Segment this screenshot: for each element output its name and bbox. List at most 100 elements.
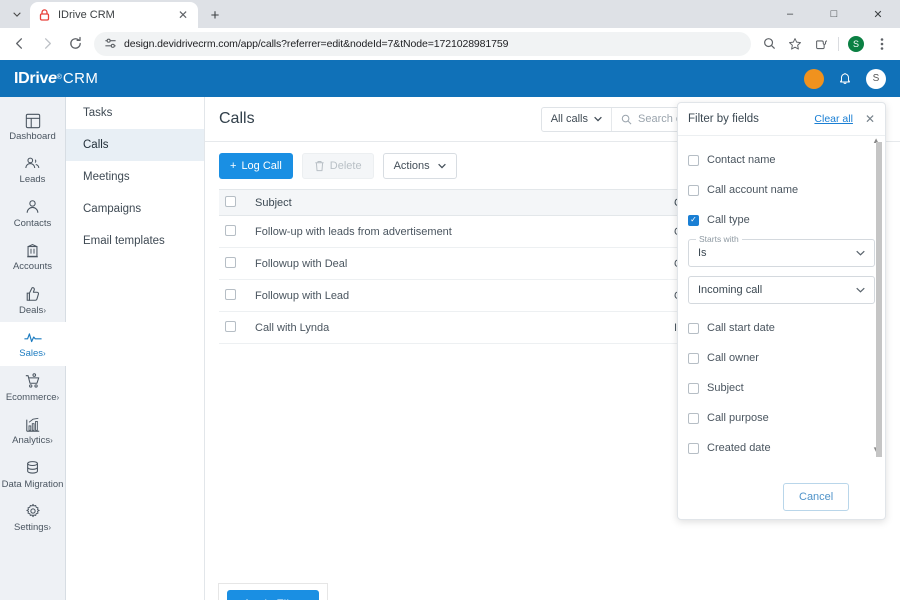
sidebar-item-analytics[interactable]: Analytics›	[0, 409, 66, 452]
filter-field-label: Call type	[707, 214, 750, 226]
add-record-button[interactable]: plus-icon	[804, 68, 824, 89]
search-icon	[621, 114, 632, 125]
reload-icon[interactable]	[62, 31, 88, 57]
cell-subject[interactable]: Follow-up with leads from advertisement	[249, 215, 668, 248]
filter-field-call-start-date[interactable]: Call start date	[688, 313, 875, 343]
log-call-button[interactable]: + Log Call	[219, 152, 293, 179]
subnav-item-campaigns[interactable]: Campaigns	[66, 193, 204, 225]
star-icon[interactable]	[783, 32, 807, 56]
close-icon[interactable]: ✕	[176, 9, 190, 21]
toolbar-divider	[838, 36, 839, 51]
filter-panel-body: Contact name Call account name ✓ Call ty…	[678, 136, 885, 474]
window-close-button[interactable]: ✕	[856, 0, 900, 28]
sidebar-item-leads[interactable]: Leads	[0, 148, 66, 191]
filter-field-created-date[interactable]: Created date	[688, 433, 875, 463]
tune-icon[interactable]	[104, 37, 117, 50]
sidebar-item-label: Accounts	[12, 261, 53, 273]
row-checkbox[interactable]	[225, 320, 236, 332]
sidebar-item-label: Settings›	[14, 521, 51, 533]
forward-arrow-icon[interactable]	[34, 31, 60, 57]
delete-button[interactable]: Delete	[301, 152, 374, 179]
filter-field-contact-name[interactable]: Contact name	[688, 145, 875, 175]
select-all-header[interactable]	[219, 189, 249, 216]
checkbox[interactable]	[688, 382, 699, 394]
zoom-search-icon[interactable]	[757, 32, 781, 56]
filter-field-call-type[interactable]: ✓ Call type	[688, 205, 875, 235]
subnav-item-email-templates[interactable]: Email templates	[66, 225, 204, 257]
extensions-icon[interactable]	[809, 32, 833, 56]
cell-subject[interactable]: Followup with Lead	[249, 279, 668, 312]
sidebar-item-contacts[interactable]: Contacts	[0, 192, 66, 235]
filter-operator-value: Is	[698, 247, 707, 259]
apply-filter-button[interactable]: Apply Filter	[227, 590, 320, 600]
new-tab-button[interactable]: +	[202, 2, 228, 28]
subnav-item-calls[interactable]: Calls	[66, 129, 204, 161]
actions-dropdown[interactable]: Actions	[382, 152, 457, 179]
row-select-cell[interactable]	[219, 215, 249, 248]
user-avatar[interactable]: S	[866, 68, 886, 89]
deals-icon	[25, 286, 41, 303]
profile-initial: S	[848, 35, 864, 52]
filter-field-subject[interactable]: Subject	[688, 373, 875, 403]
filter-field-label: Call start date	[707, 322, 775, 334]
checkbox[interactable]	[688, 322, 699, 334]
secondary-sidebar: Tasks Calls Meetings Campaigns Email tem…	[66, 97, 205, 600]
filter-value-select[interactable]: Incoming call	[688, 276, 875, 304]
cell-subject[interactable]: Call with Lynda	[249, 311, 668, 344]
subnav-item-tasks[interactable]: Tasks	[66, 97, 204, 129]
logo-registered-mark: ®	[56, 73, 62, 81]
checkbox-checked[interactable]: ✓	[688, 214, 699, 226]
sidebar-item-data-migration[interactable]: Data Migration	[0, 453, 66, 496]
browser-tab[interactable]: IDrive CRM ✕	[30, 2, 198, 28]
row-select-cell[interactable]	[219, 311, 249, 344]
window-minimize-button[interactable]: –	[768, 0, 812, 28]
column-header-subject[interactable]: Subject	[249, 189, 668, 216]
filter-operator-select[interactable]: Starts with Is	[688, 234, 875, 267]
app-root: IDrive CRM ✕ + – □ ✕ design.devidrivecrm…	[0, 0, 900, 600]
select-all-checkbox[interactable]	[225, 195, 236, 207]
back-arrow-icon[interactable]	[6, 31, 32, 57]
profile-avatar[interactable]: S	[844, 32, 868, 56]
address-bar[interactable]: design.devidrivecrm.com/app/calls?referr…	[94, 31, 751, 56]
delete-label: Delete	[329, 159, 362, 172]
filter-panel-scroll-thumb[interactable]	[876, 142, 882, 457]
sidebar-item-label: Analytics›	[12, 435, 53, 447]
view-filter-dropdown[interactable]: All calls	[542, 107, 612, 131]
sidebar-item-accounts[interactable]: Accounts	[0, 235, 66, 278]
filter-panel-footer: Cancel	[678, 474, 885, 519]
filter-field-call-account-name[interactable]: Call account name	[688, 175, 875, 205]
row-select-cell[interactable]	[219, 279, 249, 312]
clear-all-link[interactable]: Clear all	[814, 113, 853, 125]
app-header: IDriv e ® CRM plus-icon S	[0, 60, 900, 97]
row-checkbox[interactable]	[225, 224, 236, 236]
checkbox[interactable]	[688, 154, 699, 166]
subnav-item-meetings[interactable]: Meetings	[66, 161, 204, 193]
bell-icon[interactable]	[838, 71, 852, 86]
cancel-button[interactable]: Cancel	[783, 482, 850, 511]
sidebar-item-settings[interactable]: Settings›	[0, 496, 66, 539]
accounts-icon	[25, 242, 40, 259]
filter-field-call-purpose[interactable]: Call purpose	[688, 403, 875, 433]
filter-by-fields-panel: Filter by fields Clear all ✕ Contact nam…	[677, 102, 886, 520]
close-icon[interactable]: ✕	[865, 112, 875, 126]
checkbox[interactable]	[688, 412, 699, 424]
sidebar-item-dashboard[interactable]: Dashboard	[0, 105, 66, 148]
cell-subject[interactable]: Followup with Deal	[249, 247, 668, 280]
row-select-cell[interactable]	[219, 247, 249, 280]
checkbox[interactable]	[688, 184, 699, 196]
checkbox[interactable]	[688, 442, 699, 454]
kebab-menu-icon[interactable]	[870, 32, 894, 56]
primary-sidebar: Dashboard Leads Contacts Accounts Deals›…	[0, 97, 66, 600]
checkbox[interactable]	[688, 352, 699, 364]
sidebar-item-ecommerce[interactable]: Ecommerce›	[0, 366, 66, 409]
main-content: Calls All calls Search calls + Log Call …	[205, 97, 900, 600]
sidebar-item-sales[interactable]: Sales›	[0, 322, 66, 366]
row-checkbox[interactable]	[225, 288, 236, 300]
tab-search-chevron-icon[interactable]	[4, 0, 30, 28]
sidebar-item-deals[interactable]: Deals›	[0, 279, 66, 322]
sidebar-item-label: Ecommerce›	[5, 391, 60, 403]
window-maximize-button[interactable]: □	[812, 0, 856, 28]
app-logo[interactable]: IDriv e ® CRM	[14, 70, 98, 88]
row-checkbox[interactable]	[225, 256, 236, 268]
filter-field-call-owner[interactable]: Call owner	[688, 343, 875, 373]
